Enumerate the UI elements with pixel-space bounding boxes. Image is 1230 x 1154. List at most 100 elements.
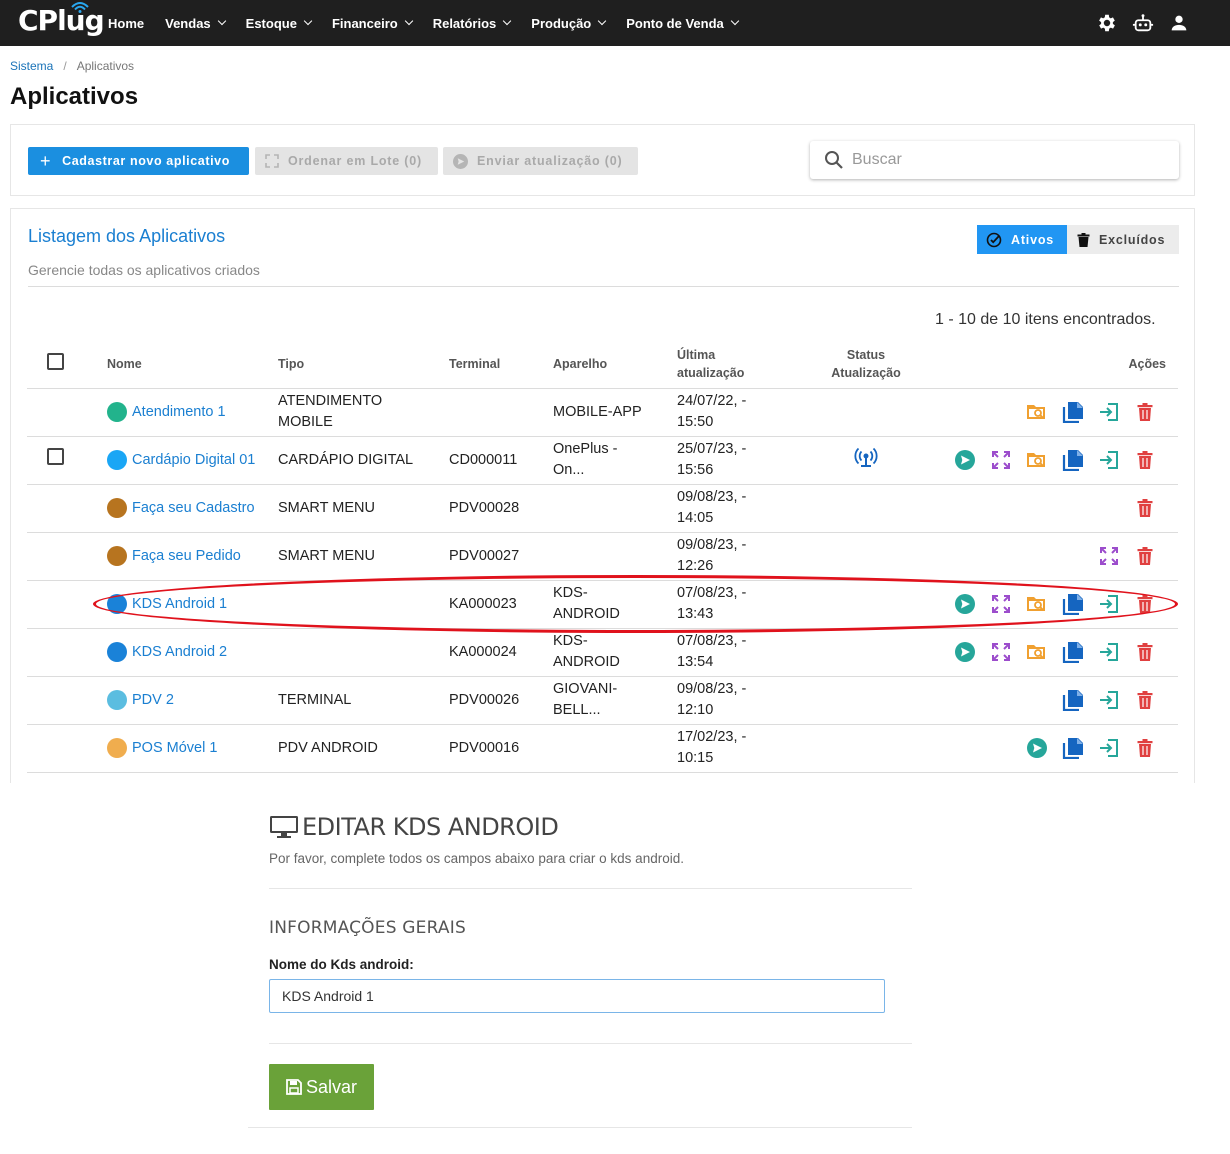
row-select-cell: [27, 388, 107, 437]
robot-icon[interactable]: [1132, 12, 1154, 34]
login-icon[interactable]: [1098, 689, 1120, 711]
breadcrumb-sistema[interactable]: Sistema: [10, 59, 53, 73]
col-status[interactable]: Status Atualização: [803, 340, 929, 389]
logo-text: CPlug: [18, 4, 105, 37]
breadcrumb: Sistema / Aplicativos: [10, 59, 134, 73]
update-time: 12:26: [677, 558, 714, 574]
row-checkbox[interactable]: [47, 448, 64, 465]
trash-icon[interactable]: [1134, 401, 1156, 423]
new-app-button[interactable]: + Cadastrar novo aplicativo: [28, 147, 249, 175]
send-icon[interactable]: [954, 641, 976, 663]
copy-icon[interactable]: [1062, 449, 1084, 471]
login-icon[interactable]: [1098, 737, 1120, 759]
update-time: 14:05: [677, 510, 714, 526]
col-type[interactable]: Tipo: [278, 340, 449, 389]
status-cell: [803, 676, 929, 725]
nav-item-label: Relatórios: [432, 15, 497, 31]
table-row[interactable]: Faça seu Cadastro SMART MENU PDV00028 09…: [27, 484, 1178, 533]
list-title: Listagem dos Aplicativos: [28, 226, 226, 246]
app-name-link[interactable]: Faça seu Cadastro: [132, 501, 255, 516]
table-row[interactable]: Cardápio Digital 01 CARDÁPIO DIGITAL CD0…: [27, 436, 1178, 485]
copy-icon[interactable]: [1062, 689, 1084, 711]
nav-item-financeiro[interactable]: Financeiro: [332, 16, 413, 31]
cplug-logo[interactable]: CPlug: [18, 2, 105, 40]
order-icon[interactable]: [1098, 545, 1120, 567]
trash-icon[interactable]: [1134, 641, 1156, 663]
search-input[interactable]: [852, 151, 1152, 169]
filter-active-label: Ativos: [1011, 232, 1055, 247]
trash-icon[interactable]: [1134, 497, 1156, 519]
nav-item-vendas[interactable]: Vendas: [165, 16, 226, 31]
breadcrumb-separator: /: [63, 59, 67, 73]
nav-item-produção[interactable]: Produção: [531, 16, 607, 31]
login-icon[interactable]: [1098, 401, 1120, 423]
status-cell: [803, 628, 929, 677]
divider: [269, 888, 912, 889]
col-terminal[interactable]: Terminal: [449, 340, 553, 389]
col-last-update[interactable]: Última atualização: [677, 340, 803, 389]
terminal-cell: PDV00026: [449, 676, 553, 725]
send-update-button[interactable]: Enviar atualização (0): [443, 147, 638, 175]
login-icon[interactable]: [1098, 641, 1120, 663]
copy-icon[interactable]: [1062, 641, 1084, 663]
select-all-checkbox[interactable]: [47, 352, 64, 370]
save-button[interactable]: Salvar: [269, 1064, 374, 1110]
search-folder-icon[interactable]: [1026, 641, 1048, 663]
search-folder-icon[interactable]: [1026, 449, 1048, 471]
highlight-annotation: [93, 575, 1178, 633]
col-status-line1: Status: [846, 347, 886, 362]
chevron-down-icon: [598, 16, 607, 26]
nav-item-estoque[interactable]: Estoque: [246, 16, 313, 31]
nav-item-home[interactable]: Home: [108, 16, 144, 31]
nav-item-ponto-de-venda[interactable]: Ponto de Venda: [626, 16, 740, 31]
gear-icon[interactable]: [1096, 12, 1118, 34]
app-name-link[interactable]: POS Móvel 1: [132, 741, 217, 756]
app-name-link[interactable]: KDS Android 2: [132, 645, 227, 660]
copy-icon[interactable]: [1062, 401, 1084, 423]
type-cell: CARDÁPIO DIGITAL: [278, 436, 449, 485]
table-row[interactable]: KDS Android 2 KA000024 KDS- ANDROID 07/0…: [27, 628, 1178, 677]
name-cell: Faça seu Cadastro: [107, 484, 278, 533]
table-row[interactable]: Atendimento 1 ATENDIMENTO MOBILE MOBILE-…: [27, 388, 1178, 437]
batch-order-button[interactable]: Ordenar em Lote (0): [255, 147, 438, 175]
search-folder-icon[interactable]: [1026, 401, 1048, 423]
broadcast-icon[interactable]: [854, 446, 878, 475]
chevron-down-icon: [303, 16, 313, 26]
items-count: 1 - 10 de 10 itens encontrados.: [935, 311, 1156, 328]
update-time: 15:56: [677, 462, 714, 478]
nav-item-relatórios[interactable]: Relatórios: [432, 15, 512, 31]
table-row[interactable]: PDV 2 TERMINAL PDV00026 GIOVANI- BELL...…: [27, 676, 1178, 725]
order-icon[interactable]: [990, 449, 1012, 471]
edit-subtitle: Por favor, complete todos os campos abai…: [269, 851, 684, 866]
actions-cell: [929, 484, 1178, 533]
trash-icon[interactable]: [1134, 449, 1156, 471]
col-device[interactable]: Aparelho: [553, 340, 677, 389]
trash-icon[interactable]: [1134, 689, 1156, 711]
filter-active-button[interactable]: Ativos: [977, 225, 1067, 254]
app-name-link[interactable]: PDV 2: [132, 693, 174, 708]
update-date: 25/07/23, -: [677, 441, 747, 457]
user-icon[interactable]: [1168, 12, 1190, 34]
device-cell: OnePlus - On...: [553, 436, 677, 485]
filter-deleted-button[interactable]: Excluídos: [1067, 225, 1179, 254]
app-name-link[interactable]: Faça seu Pedido: [132, 549, 241, 564]
order-icon[interactable]: [990, 641, 1012, 663]
status-cell: [803, 484, 929, 533]
send-icon[interactable]: [954, 449, 976, 471]
col-name[interactable]: Nome: [107, 340, 278, 389]
send-icon[interactable]: [1026, 737, 1048, 759]
update-date: 09/08/23, -: [677, 489, 747, 505]
table-row[interactable]: Faça seu Pedido SMART MENU PDV00027 09/0…: [27, 532, 1178, 581]
terminal-cell: KA000024: [449, 628, 553, 677]
app-color-dot: [107, 498, 127, 518]
type-cell: SMART MENU: [278, 532, 449, 581]
app-name-link[interactable]: Cardápio Digital 01: [132, 453, 255, 468]
kds-name-input[interactable]: [269, 979, 885, 1013]
trash-icon[interactable]: [1134, 545, 1156, 567]
copy-icon[interactable]: [1062, 737, 1084, 759]
chevron-down-icon: [730, 16, 740, 26]
app-name-link[interactable]: Atendimento 1: [132, 405, 226, 420]
trash-icon[interactable]: [1134, 737, 1156, 759]
table-row[interactable]: POS Móvel 1 PDV ANDROID PDV00016 17/02/2…: [27, 724, 1178, 773]
login-icon[interactable]: [1098, 449, 1120, 471]
